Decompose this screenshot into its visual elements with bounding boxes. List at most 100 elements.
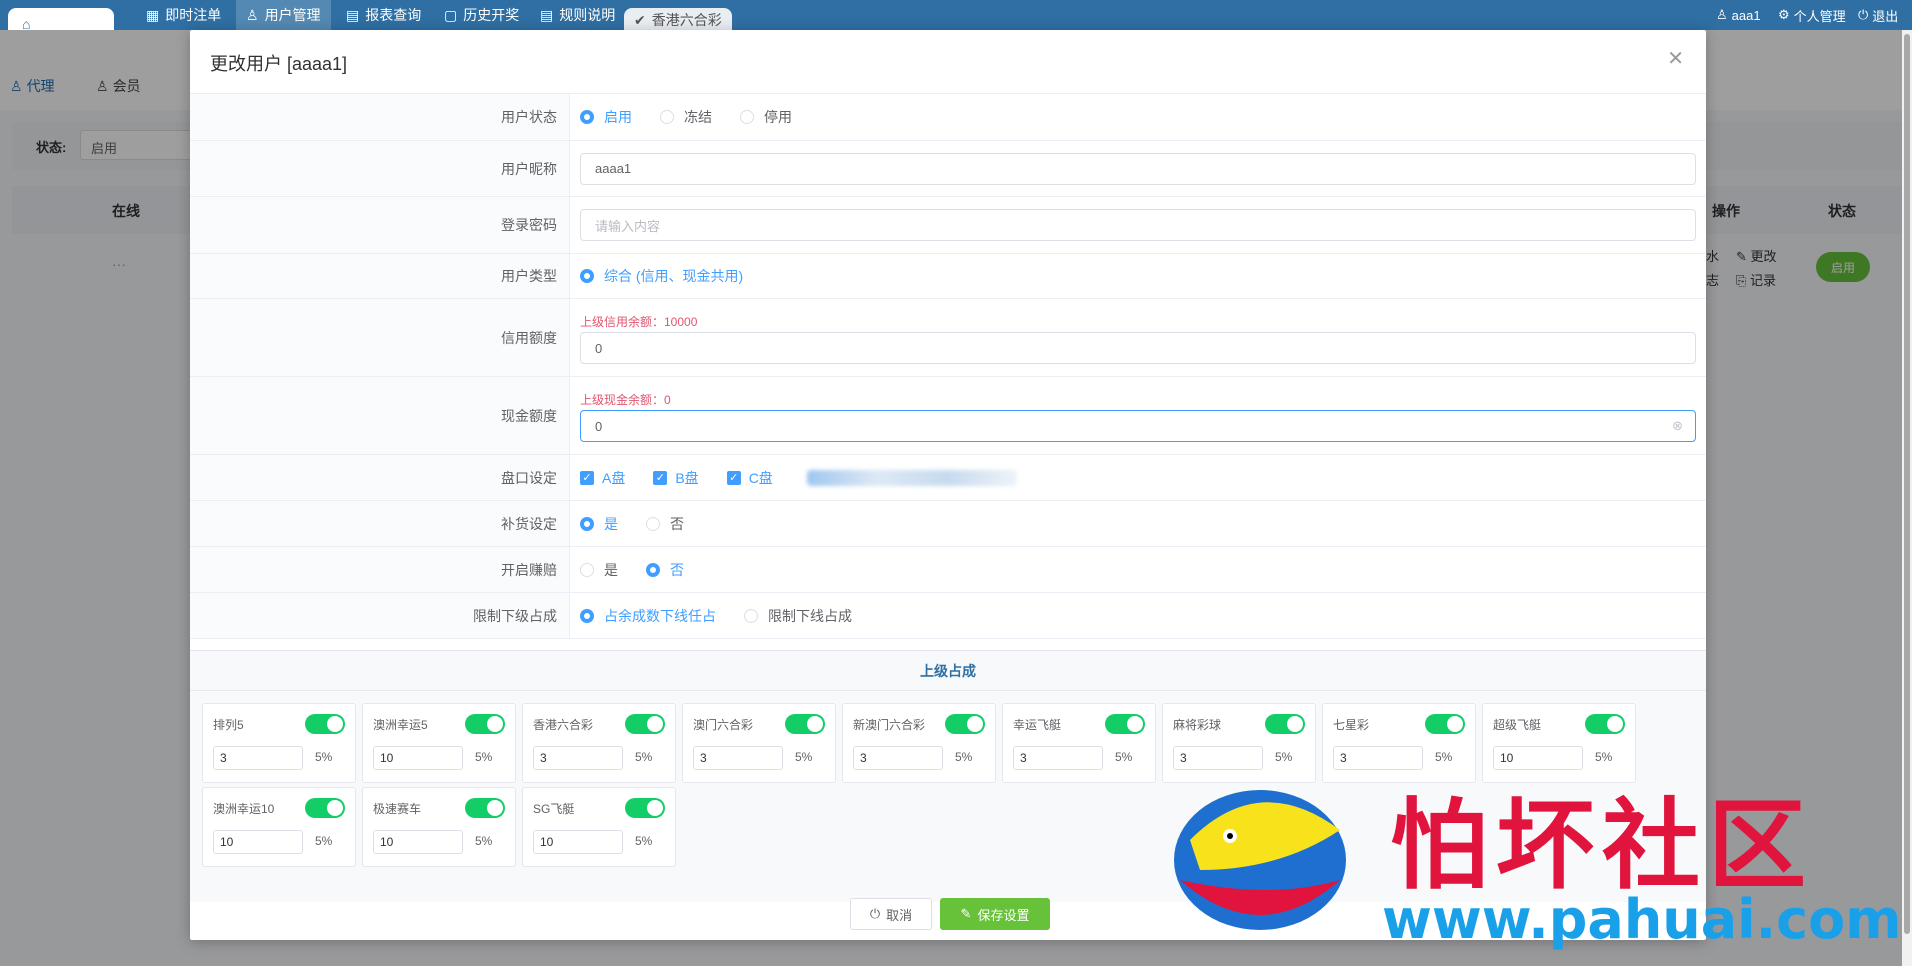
user-menu[interactable]: ♙ aaa1 (1716, 0, 1761, 30)
clear-icon[interactable]: ⊗ (1672, 418, 1683, 434)
radio-gift-yes[interactable]: 是 (580, 560, 618, 580)
game-toggle-switch[interactable] (1585, 714, 1625, 734)
nav-tab-lottery[interactable]: ✔ 香港六合彩 (624, 8, 732, 32)
radio-dot (660, 110, 674, 124)
game-name: 极速赛车 (373, 802, 422, 816)
game-share-card: SG飞艇 10 5% (522, 787, 676, 867)
checkbox-plate-c[interactable]: ✓ C盘 (726, 468, 773, 488)
game-toggle-switch[interactable] (305, 714, 345, 734)
page-scrollbar[interactable] (1902, 30, 1912, 966)
row-cash: 现金额度 上级现金余额：0 0 ⊗ (190, 377, 1706, 455)
report-icon: ▤ (346, 6, 360, 23)
game-toggle-switch[interactable] (625, 714, 665, 734)
game-share-input[interactable]: 3 (213, 746, 303, 770)
game-toggle-switch[interactable] (305, 798, 345, 818)
game-share-input[interactable]: 10 (373, 830, 463, 854)
password-input[interactable]: 请输入内容 (580, 209, 1696, 241)
game-share-input[interactable]: 3 (853, 746, 943, 770)
game-share-card: 澳洲幸运10 10 5% (202, 787, 356, 867)
radio-restock-no[interactable]: 否 (646, 514, 684, 534)
radio-status-enabled[interactable]: 启用 (580, 107, 632, 127)
check-icon: ✓ (726, 470, 741, 485)
radio-user-type-combined[interactable]: 综合 (信用、现金共用) (580, 266, 743, 286)
radio-dot (646, 562, 660, 577)
user-icon: ♙ (246, 6, 259, 23)
cash-hint: 上级现金余额：0 (580, 393, 671, 407)
game-share-card: 澳门六合彩 3 5% (682, 703, 836, 783)
game-share-input[interactable]: 10 (533, 830, 623, 854)
radio-gift-no[interactable]: 否 (646, 560, 684, 580)
scrollbar-thumb[interactable] (1904, 34, 1910, 934)
game-name: 新澳门六合彩 (853, 718, 926, 732)
game-share-input[interactable]: 3 (1013, 746, 1103, 770)
row-password: 登录密码 请输入内容 (190, 197, 1706, 254)
label-user-status: 用户状态 (190, 94, 570, 140)
row-user-type: 用户类型 综合 (信用、现金共用) (190, 254, 1706, 299)
credit-input[interactable]: 0 (580, 332, 1696, 364)
gear-icon: ⚙ (1778, 7, 1790, 22)
radio-restock-yes[interactable]: 是 (580, 514, 618, 534)
radio-status-frozen[interactable]: 冻结 (660, 107, 712, 127)
game-name: 超级飞艇 (1493, 718, 1542, 732)
game-share-percent: 5% (795, 750, 813, 764)
switch-knob (647, 800, 663, 816)
row-limit-share: 限制下级占成 占余成数下线任占 限制下线占成 (190, 593, 1706, 639)
game-toggle-switch[interactable] (785, 714, 825, 734)
save-button[interactable]: ✎ 保存设置 (940, 898, 1050, 930)
checkbox-plate-b[interactable]: ✓ B盘 (653, 468, 699, 488)
check-icon: ✓ (653, 470, 668, 485)
nav-tab-reports[interactable]: ▤ 报表查询 (336, 0, 431, 30)
nav-tab-user-management[interactable]: ♙ 用户管理 (236, 0, 331, 30)
game-share-percent: 5% (635, 750, 653, 764)
switch-knob (487, 716, 503, 732)
radio-dot (580, 608, 594, 623)
radio-status-disabled[interactable]: 停用 (740, 107, 792, 127)
switch-knob (647, 716, 663, 732)
game-share-input[interactable]: 10 (213, 830, 303, 854)
switch-knob (1287, 716, 1303, 732)
game-toggle-switch[interactable] (945, 714, 985, 734)
nickname-input[interactable]: aaaa1 (580, 152, 1696, 185)
game-toggle-switch[interactable] (465, 798, 505, 818)
game-share-input[interactable]: 3 (533, 746, 623, 770)
game-share-percent: 5% (955, 750, 973, 764)
game-share-percent: 5% (315, 834, 333, 848)
cash-input[interactable]: 0 ⊗ (580, 410, 1696, 442)
game-name: 幸运飞艇 (1013, 718, 1062, 732)
check-icon: ✓ (580, 470, 594, 485)
game-share-card: 幸运飞艇 3 5% (1002, 703, 1156, 783)
label-restock: 补货设定 (190, 501, 570, 546)
game-share-input[interactable]: 3 (693, 746, 783, 770)
nav-tab-history[interactable]: ▢ 历史开奖 (434, 0, 529, 30)
game-toggle-switch[interactable] (625, 798, 665, 818)
game-share-percent: 5% (475, 834, 493, 848)
game-toggle-switch[interactable] (465, 714, 505, 734)
row-plate: 盘口设定 ✓ A盘 ✓ B盘 ✓ C盘 (190, 455, 1706, 501)
radio-limit-restricted[interactable]: 限制下线占成 (744, 606, 852, 626)
game-toggle-switch[interactable] (1425, 714, 1465, 734)
cancel-button[interactable]: ⏻ 取消 (850, 898, 932, 930)
share-title: 上级占成 (190, 651, 1706, 691)
game-share-percent: 5% (1115, 750, 1133, 764)
calendar-icon: ▢ (444, 6, 458, 23)
game-name: 麻将彩球 (1173, 718, 1222, 732)
game-share-card: 排列5 3 5% (202, 703, 356, 783)
game-toggle-switch[interactable] (1265, 714, 1305, 734)
nav-tab-live-bets[interactable]: ▦ 即时注单 (136, 0, 231, 30)
switch-knob (327, 716, 343, 732)
grid-icon: ▦ (146, 6, 160, 23)
profile-link[interactable]: ⚙ 个人管理 (1778, 0, 1846, 30)
switch-knob (487, 800, 503, 816)
game-share-input[interactable]: 10 (373, 746, 463, 770)
game-toggle-switch[interactable] (1105, 714, 1145, 734)
close-icon[interactable]: ✕ (1667, 46, 1684, 71)
nav-tab-rules[interactable]: ▤ 规则说明 (530, 0, 625, 30)
game-share-card: 新澳门六合彩 3 5% (842, 703, 996, 783)
credit-hint: 上级信用余额：10000 (580, 315, 698, 329)
radio-limit-free[interactable]: 占余成数下线任占 (580, 606, 716, 626)
game-share-percent: 5% (635, 834, 653, 848)
game-share-card: 澳洲幸运5 10 5% (362, 703, 516, 783)
checkbox-plate-a[interactable]: ✓ A盘 (580, 468, 625, 488)
top-navbar: ⌂ ▦ 即时注单 ♙ 用户管理 ▤ 报表查询 ▢ 历史开奖 ▤ 规则说明 ✔ 香港六合彩 ♙… (0, 0, 1912, 40)
logout-link[interactable]: ⏻ 退出 (1858, 0, 1898, 30)
